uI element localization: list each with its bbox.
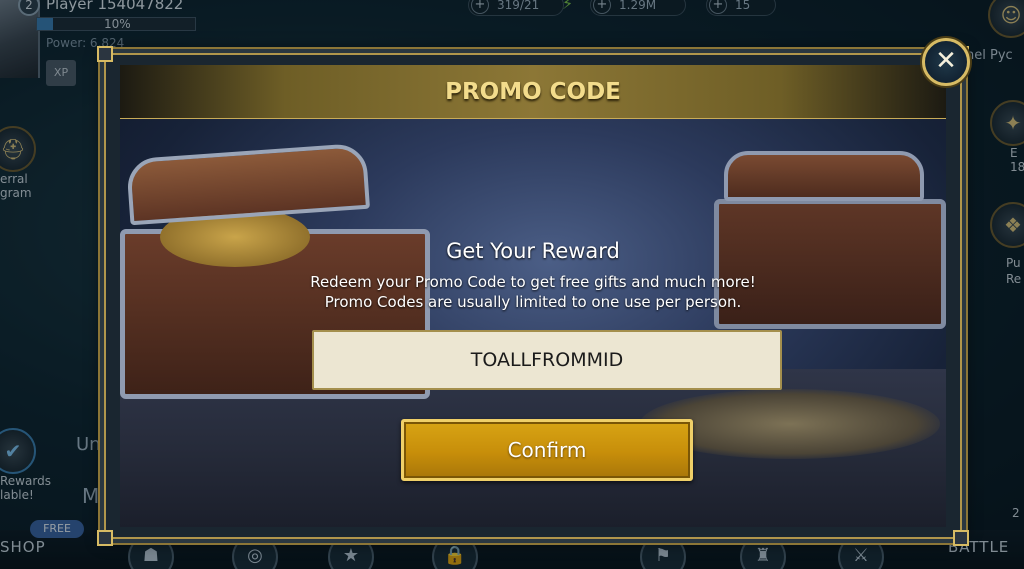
promo-code-dialog: PROMO CODE Get Your Reward Redeem your P…	[97, 46, 969, 546]
reward-heading: Get Your Reward	[446, 239, 620, 263]
close-icon: ✕	[935, 46, 957, 76]
dialog-header: PROMO CODE	[120, 65, 946, 119]
treasure-scene: Get Your Reward Redeem your Promo Code t…	[120, 119, 946, 527]
frame-corner	[953, 530, 969, 546]
confirm-button[interactable]: Confirm	[401, 419, 693, 481]
frame-corner	[97, 530, 113, 546]
promo-code-input[interactable]	[312, 330, 782, 390]
reward-description-2: Promo Codes are usually limited to one u…	[324, 293, 742, 311]
dialog-title: PROMO CODE	[445, 79, 621, 105]
close-button[interactable]: ✕	[922, 38, 970, 86]
reward-description-1: Redeem your Promo Code to get free gifts…	[310, 273, 756, 291]
dialog-content: Get Your Reward Redeem your Promo Code t…	[120, 119, 946, 527]
frame-corner	[97, 46, 113, 62]
